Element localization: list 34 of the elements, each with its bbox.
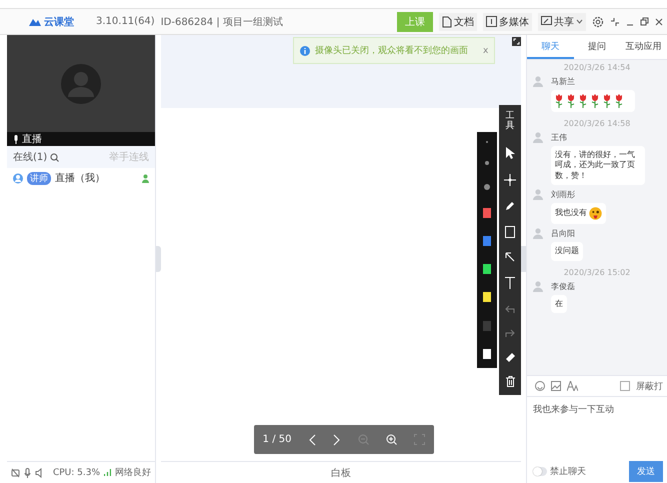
sender-name: 李俊磊 xyxy=(551,280,575,292)
toolbar-button[interactable]: 多媒体 xyxy=(483,12,532,30)
online-count: 在线(1) xyxy=(13,150,48,164)
toolbar-button[interactable]: 共享 xyxy=(538,12,586,30)
network-status: 网络良好 xyxy=(115,466,151,479)
room-title: ID-686284 | 项目一组测试 xyxy=(160,16,283,28)
tools-toggle[interactable]: 工具 xyxy=(504,112,516,132)
toggle-label: 禁止聊天 xyxy=(550,466,586,478)
sender-name: 刘雨彤 xyxy=(551,189,575,200)
checkbox-label: 屏蔽打 xyxy=(636,380,663,392)
message-text: 我也没有 xyxy=(555,208,587,219)
chat-tab[interactable]: 互动应用 xyxy=(620,35,667,59)
timestamp: 2020/3/26 14:54 xyxy=(562,63,632,72)
message-text: 没有，讲的很好，一气呵成，还为此一致了页数，赞！ xyxy=(555,150,636,182)
sender-name: 马新兰 xyxy=(551,76,575,87)
version-text: 3.10.11(64) xyxy=(96,16,155,27)
message-input[interactable]: 我也来参与一下互动 xyxy=(527,397,667,461)
message-text: 在 xyxy=(555,298,563,309)
cpu-usage: CPU: 5.3% xyxy=(52,468,100,478)
timestamp: 2020/3/26 14:58 xyxy=(562,119,632,128)
user-row[interactable]: 讲师 直播（我） xyxy=(7,168,155,188)
sender-name: 王伟 xyxy=(551,132,567,143)
app-logo: 云课堂 xyxy=(44,16,74,28)
page-number: 1 / 50 xyxy=(262,434,292,445)
sender-name: 吕向阳 xyxy=(551,228,575,240)
role-badge: 讲师 xyxy=(27,172,51,184)
video-label: 直播 xyxy=(22,132,42,146)
notice-text: 摄像头已关闭，观众将看不到您的画面 xyxy=(315,44,468,57)
toolbar-button[interactable]: 文档 xyxy=(439,12,477,30)
board-label: 白板 xyxy=(331,466,351,480)
message-text: 没问题 xyxy=(555,246,579,257)
user-name: 直播（我） xyxy=(55,172,105,185)
timestamp: 2020/3/26 15:02 xyxy=(562,268,632,277)
chat-tab[interactable]: 提问 xyxy=(574,35,620,59)
